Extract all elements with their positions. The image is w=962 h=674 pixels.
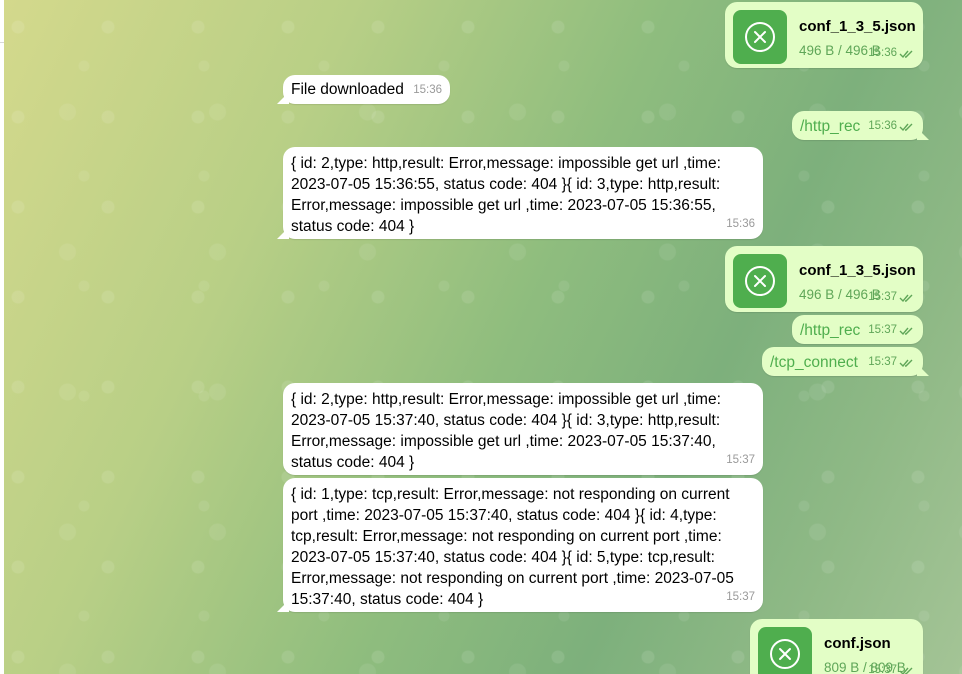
close-icon [779, 648, 791, 660]
incoming-message[interactable]: { id: 1,type: tcp,result: Error,message:… [283, 478, 763, 612]
double-check-icon [899, 50, 913, 58]
outgoing-file-message[interactable]: conf_1_3_5.json 496 B / 496 B 15:36 [725, 2, 923, 68]
message-meta: 15:37 [726, 450, 755, 471]
sidebar-divider [0, 42, 4, 43]
close-icon [754, 275, 766, 287]
chat-background: conf_1_3_5.json 496 B / 496 B 15:36 File… [0, 0, 962, 674]
message-time: 15:36 [868, 120, 897, 132]
message-time: 15:36 [868, 47, 897, 59]
close-icon [754, 31, 766, 43]
incoming-message[interactable]: { id: 2,type: http,result: Error,message… [283, 147, 763, 239]
message-meta: 15:37 [868, 287, 915, 308]
outgoing-command-message[interactable]: /tcp_connect 15:37 [762, 347, 923, 376]
double-check-icon [899, 359, 913, 367]
message-meta: 15:36 [868, 43, 915, 64]
file-name[interactable]: conf_1_3_5.json [799, 16, 916, 37]
message-time: 15:37 [868, 324, 897, 336]
message-meta: 15:37 [726, 587, 755, 608]
message-text: { id: 2,type: http,result: Error,message… [291, 391, 721, 471]
message-meta: 15:36 [726, 214, 755, 235]
message-time: 15:36 [726, 218, 755, 230]
message-text: { id: 2,type: http,result: Error,message… [291, 155, 721, 235]
outgoing-file-message[interactable]: conf.json 809 B / 809 B 15:37 [750, 619, 923, 674]
outgoing-command-message[interactable]: /http_rec 15:36 [792, 111, 923, 140]
message-time: 15:37 [868, 664, 897, 674]
incoming-message[interactable]: { id: 2,type: http,result: Error,message… [283, 383, 763, 475]
message-time: 15:37 [726, 591, 755, 603]
file-cancel-button[interactable] [758, 627, 812, 674]
file-cancel-button[interactable] [733, 254, 787, 308]
incoming-message[interactable]: File downloaded 15:36 [283, 75, 450, 104]
outgoing-command-message[interactable]: /http_rec 15:37 [792, 315, 923, 344]
message-meta: 15:36 [868, 116, 915, 137]
file-cancel-button[interactable] [733, 10, 787, 64]
double-check-icon [899, 667, 913, 674]
message-time: 15:37 [868, 356, 897, 368]
double-check-icon [899, 123, 913, 131]
message-time: 15:37 [726, 454, 755, 466]
message-meta: 15:36 [413, 80, 442, 101]
message-meta: 15:37 [868, 660, 915, 674]
sidebar-edge [0, 0, 4, 674]
message-time: 15:37 [868, 291, 897, 303]
double-check-icon [899, 294, 913, 302]
message-meta: 15:37 [868, 320, 915, 341]
message-text: { id: 1,type: tcp,result: Error,message:… [291, 486, 734, 608]
file-name[interactable]: conf.json [824, 633, 891, 654]
message-meta: 15:37 [868, 352, 915, 373]
file-name[interactable]: conf_1_3_5.json [799, 260, 916, 281]
message-time: 15:36 [413, 84, 442, 96]
outgoing-file-message[interactable]: conf_1_3_5.json 496 B / 496 B 15:37 [725, 246, 923, 312]
double-check-icon [899, 327, 913, 335]
